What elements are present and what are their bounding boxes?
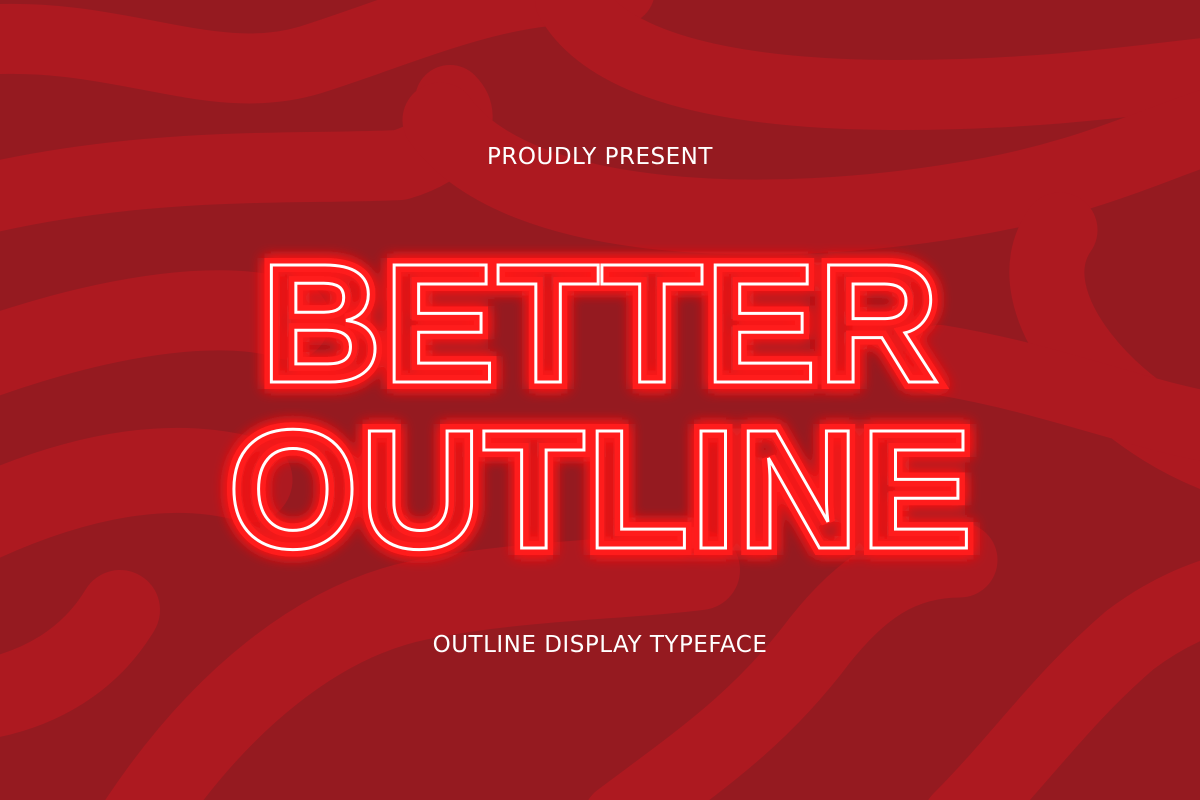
title-line-2: OUTLINE [227, 395, 973, 585]
subtitle-text: OUTLINE DISPLAY TYPEFACE [432, 632, 768, 658]
title-line-1: BETTER [260, 229, 940, 419]
title-outline: BETTER OUTLINE BETTER OUTLINE [220, 222, 980, 592]
